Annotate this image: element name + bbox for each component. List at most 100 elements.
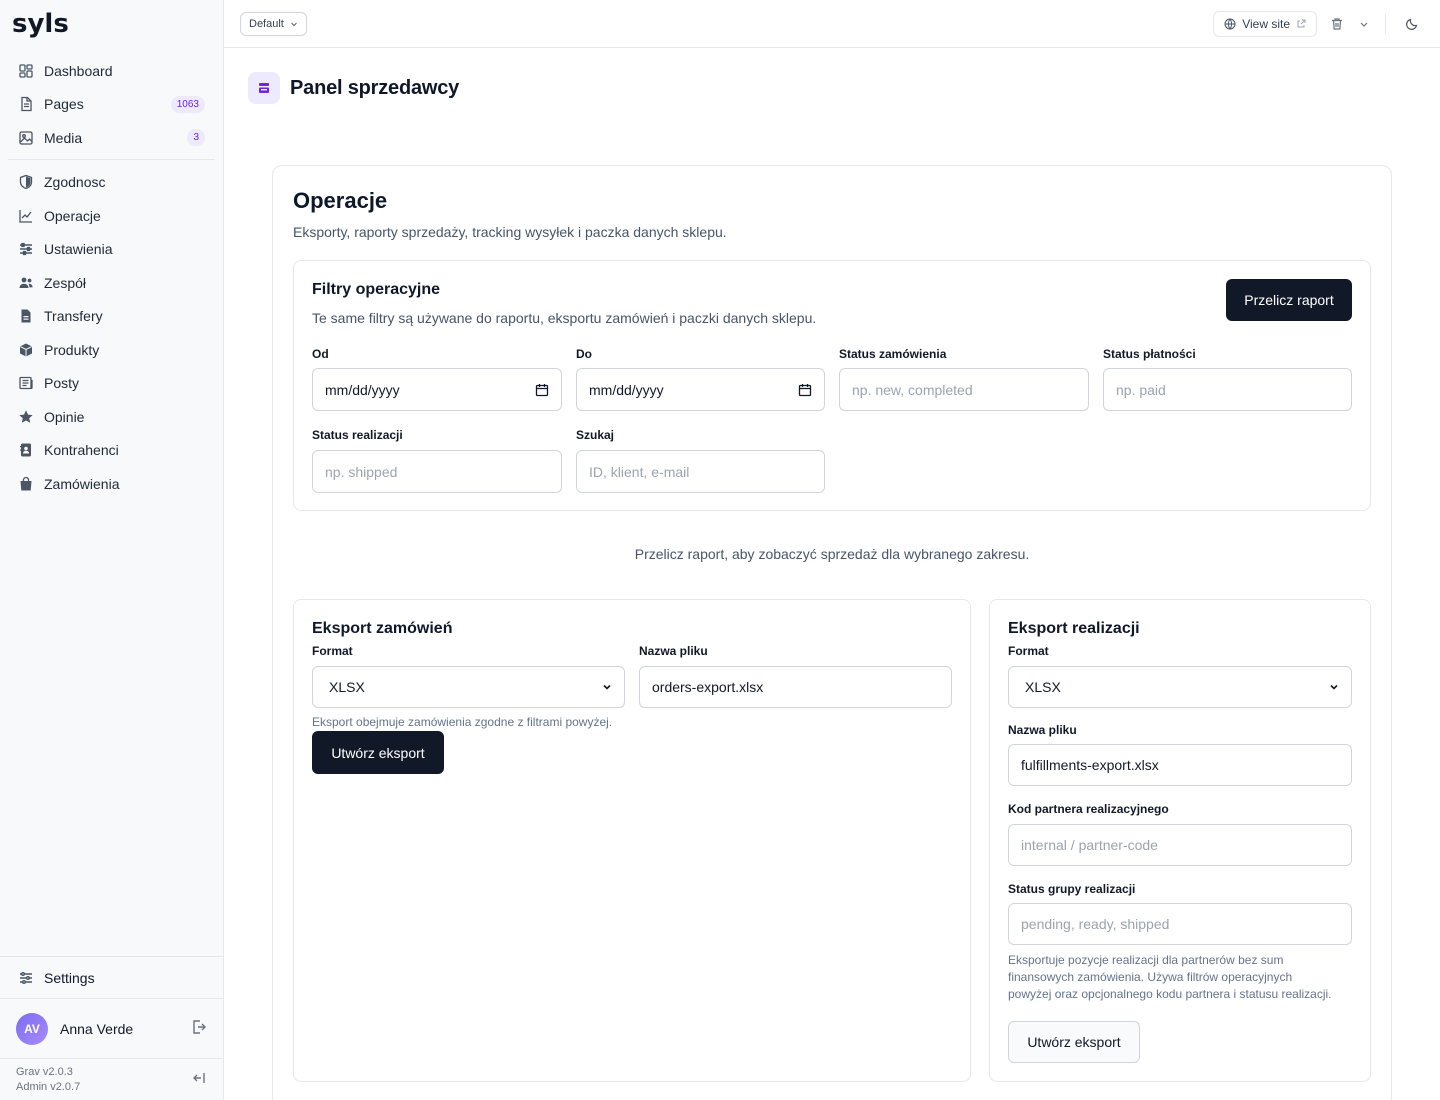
main-content: Default View site Panel sprzedawcy Opera… [224,0,1440,1100]
from-date-label: Od [312,347,329,361]
group-status-input[interactable]: pending, ready, shipped [1008,903,1352,945]
fulfillment-export-panel: Eksport realizacji Format XLSX Nazwa pli… [989,599,1371,1082]
fulfillment-status-input[interactable]: np. shipped [312,450,562,493]
sidebar-nav: Dashboard Pages 1063 Media 3 Zgodnosc Operacj… [8,54,215,501]
logout-icon[interactable] [191,1019,207,1038]
page-title: Panel sprzedawcy [290,76,460,99]
sidebar-item-label: Posty [44,375,80,392]
search-input[interactable]: ID, klient, e-mail [576,450,825,493]
orders-export-title: Eksport zamówień [312,620,453,637]
order-status-input[interactable]: np. new, completed [839,368,1089,411]
orders-filename-value: orders-export.xlsx [652,679,764,695]
orders-format-label: Format [312,644,353,658]
sidebar-item-transfery[interactable]: Transfery [8,300,215,334]
sidebar-item-zamówienia[interactable]: Zamówienia [8,467,215,501]
external-link-icon [1297,19,1306,27]
chevron-down-icon [1330,684,1338,690]
trash-icon[interactable] [1325,12,1349,36]
to-date-label: Do [576,347,592,361]
fulfillment-format-label: Format [1008,644,1049,658]
fulfillment-format-select[interactable]: XLSX [1008,666,1352,708]
payment-status-input[interactable]: np. paid [1103,368,1352,411]
count-badge: 3 [187,129,205,147]
partner-code-placeholder: internal / partner-code [1021,837,1158,853]
sidebar-item-operacje[interactable]: Operacje [8,199,215,233]
topbar: Default View site [224,0,1440,48]
grav-version: Grav v2.0.3 [16,1065,73,1078]
sidebar-item-label: Transfery [44,308,103,325]
environment-dropdown[interactable]: Default [240,11,307,36]
sidebar-item-opinie[interactable]: Opinie [8,400,215,434]
sidebar-item-posty[interactable]: Posty [8,367,215,401]
topbar-divider [1385,13,1386,34]
sidebar-item-zgodnosc[interactable]: Zgodnosc [8,166,215,200]
admin-version: Admin v2.0.7 [16,1080,81,1093]
to-date-input[interactable]: mm/dd/yyyy [576,368,825,411]
create-orders-export-button[interactable]: Utwórz eksport [312,731,444,774]
search-placeholder: ID, klient, e-mail [589,463,690,480]
group-status-placeholder: pending, ready, shipped [1021,916,1170,932]
partner-code-label: Kod partnera realizacyjnego [1008,802,1169,816]
sidebar-item-label: Operacje [44,207,101,224]
partner-code-input[interactable]: internal / partner-code [1008,824,1352,866]
settings-label: Settings [44,969,95,986]
calendar-icon[interactable] [535,383,549,397]
payment-status-placeholder: np. paid [1116,381,1166,398]
avatar[interactable]: AV [16,1012,48,1045]
count-badge: 1063 [170,95,205,113]
nav-divider [8,158,215,160]
sidebar-item-media[interactable]: Media 3 [8,121,215,155]
sidebar-item-label: Dashboard [44,62,113,79]
user-name: Anna Verde [60,1020,134,1037]
chevron-down-icon[interactable] [1357,12,1371,36]
pages-icon [18,96,34,112]
contact-icon [18,442,34,458]
sliders-icon [18,241,34,257]
sidebar-item-pages[interactable]: Pages 1063 [8,88,215,122]
sidebar-item-label: Produkty [44,341,100,358]
fulfillment-status-placeholder: np. shipped [325,463,398,480]
bag-icon [18,476,34,492]
view-site-button[interactable]: View site [1213,10,1317,37]
operations-card: Operacje Eksporty, raporty sprzedaży, tr… [272,165,1392,1100]
fulfillment-export-note: Eksportuje pozycje realizacji dla partne… [1008,953,1332,1001]
filters-panel: Filtry operacyjne Te same filtry są używ… [293,260,1371,511]
moon-icon[interactable] [1400,12,1424,36]
brand-logo[interactable]: syls [12,10,82,38]
sidebar-item-zespół[interactable]: Zespół [8,266,215,300]
store-icon [248,72,280,104]
orders-format-select[interactable]: XLSX [312,666,625,708]
collapse-sidebar-icon[interactable] [191,1070,207,1089]
filters-title: Filtry operacyjne [312,281,441,298]
from-date-placeholder: mm/dd/yyyy [325,381,400,398]
from-date-input[interactable]: mm/dd/yyyy [312,368,562,411]
operations-title: Operacje [293,188,388,213]
globe-icon [1224,18,1236,29]
chevron-down-icon [290,22,297,26]
sidebar-item-settings[interactable]: Settings [0,956,223,998]
sidebar-item-label: Pages [44,96,84,113]
orders-format-value: XLSX [329,679,365,695]
operations-subtitle: Eksporty, raporty sprzedaży, tracking wy… [293,224,727,240]
orders-filename-input[interactable]: orders-export.xlsx [639,666,952,708]
fulfillment-filename-label: Nazwa pliku [1008,723,1077,737]
sidebar-item-ustawienia[interactable]: Ustawienia [8,233,215,267]
sidebar-item-produkty[interactable]: Produkty [8,333,215,367]
recalculate-report-button[interactable]: Przelicz raport [1226,279,1352,321]
sidebar-item-kontrahenci[interactable]: Kontrahenci [8,434,215,468]
fulfillment-format-value: XLSX [1025,679,1061,695]
order-status-label: Status zamówienia [839,347,947,361]
newspaper-icon [18,375,34,391]
create-fulfillment-export-button[interactable]: Utwórz eksport [1008,1021,1140,1063]
fulfillment-filename-input[interactable]: fulfillments-export.xlsx [1008,744,1352,786]
to-date-placeholder: mm/dd/yyyy [589,381,664,398]
users-icon [18,275,34,291]
shield-icon [18,174,34,190]
orders-filename-label: Nazwa pliku [639,644,708,658]
group-status-label: Status grupy realizacji [1008,882,1136,896]
box-icon [18,342,34,358]
sidebar-item-dashboard[interactable]: Dashboard [8,54,215,88]
user-row: AV Anna Verde [0,998,223,1058]
file-icon [18,308,34,324]
calendar-icon[interactable] [798,383,812,397]
